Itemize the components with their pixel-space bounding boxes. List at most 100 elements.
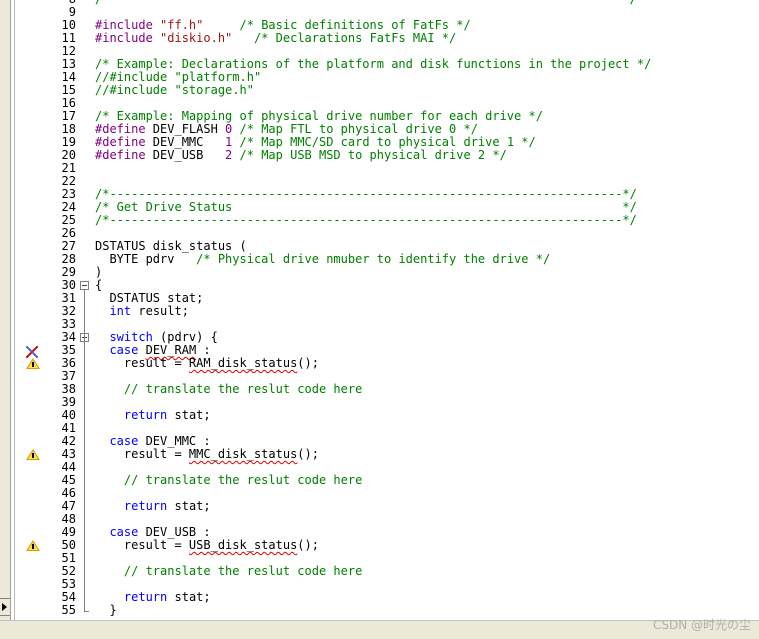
left-frame — [0, 0, 11, 638]
warning-icon[interactable] — [26, 358, 40, 369]
code-token: /* Basic definitions of FatFs */ — [239, 18, 471, 32]
fold-column — [78, 0, 94, 620]
code-token: (); — [297, 538, 319, 552]
code-line[interactable]: //#include "storage.h" — [95, 84, 254, 97]
code-token: // translate the reslut code here — [123, 473, 363, 487]
code-token: #define — [95, 122, 153, 136]
code-token: stat; — [167, 590, 211, 604]
code-token: /* Example: Declarations of the platform… — [95, 57, 652, 71]
code-token: /*--------------------------------------… — [95, 213, 637, 227]
code-line[interactable]: // translate the reslut code here — [95, 474, 362, 487]
line-number: 55 — [61, 603, 76, 617]
code-token: ) — [95, 265, 103, 279]
code-token: /* Example: Mapping of physical drive nu… — [95, 109, 543, 123]
code-token: //#include "storage.h" — [95, 83, 254, 97]
warning-icon[interactable] — [26, 540, 40, 551]
code-line[interactable]: /*--------------------------------------… — [95, 0, 637, 6]
code-token: int — [109, 304, 132, 318]
code-line[interactable]: result = MMC_disk_status(); — [95, 448, 319, 461]
code-token: // translate the reslut code here — [123, 564, 363, 578]
code-token: result; — [131, 304, 189, 318]
code-token: RAM_disk_status — [188, 356, 298, 370]
code-line[interactable]: /*--------------------------------------… — [95, 214, 637, 227]
code-line[interactable]: BYTE pdrv /* Physical drive nmuber to id… — [95, 253, 550, 266]
fold-end-mark — [84, 611, 89, 612]
code-token: USB_disk_status — [188, 538, 298, 552]
code-token: { — [95, 278, 103, 292]
code-line[interactable]: #define DEV_USB 2 /* Map USB MSD to phys… — [95, 149, 507, 162]
code-token: result = — [95, 447, 189, 461]
code-token: #define — [95, 148, 153, 162]
code-token: result = — [95, 356, 189, 370]
code-token: DEV_FLASH — [152, 122, 226, 136]
code-line[interactable]: // translate the reslut code here — [95, 383, 362, 396]
watermark: CSDN @时光の尘 — [652, 618, 751, 632]
code-token: switch — [109, 330, 153, 344]
code-token: DEV_MMC : — [138, 434, 211, 448]
code-token: DEV_RAM — [145, 343, 197, 357]
code-token: //#include "platform.h" — [95, 70, 262, 84]
scroll-right-arrow-icon[interactable] — [0, 598, 10, 616]
horizontal-scrollbar[interactable] — [0, 620, 759, 639]
code-token: /*--------------------------------------… — [95, 187, 637, 201]
code-line[interactable]: int result; — [95, 304, 189, 318]
code-token: DEV_MMC — [152, 135, 226, 149]
code-editor[interactable]: /*--------------------------------------… — [94, 0, 759, 620]
code-token: stat; — [167, 499, 211, 513]
fold-toggle-icon[interactable] — [80, 281, 89, 290]
fold-guide-line — [84, 290, 85, 611]
code-token: stat; — [167, 408, 211, 422]
code-token: /* Map FTL to physical drive 0 */ — [239, 122, 478, 136]
code-token: DEV_USB — [152, 148, 226, 162]
code-token: BYTE pdrv — [95, 252, 197, 266]
code-token: MMC_disk_status — [188, 447, 298, 461]
code-token: case — [109, 525, 139, 539]
code-token: case — [109, 434, 139, 448]
code-line[interactable]: result = RAM_disk_status(); — [95, 357, 319, 370]
code-token: /* Get Drive Status */ — [95, 200, 637, 214]
code-token: return — [123, 499, 168, 513]
code-token: case — [109, 343, 139, 357]
code-token: (); — [297, 447, 319, 461]
code-token: DSTATUS stat; — [95, 291, 204, 305]
code-token: (); — [297, 356, 319, 370]
code-token: "ff.h" — [160, 18, 204, 32]
code-token: #include — [95, 31, 161, 45]
code-line[interactable]: return stat; — [95, 500, 211, 513]
code-line[interactable]: #include "diskio.h" /* Declarations FatF… — [95, 32, 456, 45]
code-token: /* Map MMC/SD card to physical drive 1 *… — [239, 135, 536, 149]
code-line[interactable]: // translate the reslut code here — [95, 565, 362, 578]
marker-column — [22, 0, 48, 620]
error-icon[interactable] — [25, 345, 39, 359]
code-token: "diskio.h" — [160, 31, 233, 45]
code-token: // translate the reslut code here — [123, 382, 363, 396]
code-line[interactable]: return stat; — [95, 409, 211, 422]
code-token: /* Map USB MSD to physical drive 2 */ — [239, 148, 507, 162]
code-token: } — [95, 603, 117, 617]
code-line[interactable]: } — [95, 603, 117, 617]
code-token: DSTATUS disk_status ( — [95, 239, 247, 253]
code-token: /*--------------------------------------… — [95, 0, 637, 6]
warning-icon[interactable] — [26, 449, 40, 460]
code-token: return — [123, 408, 168, 422]
code-token: /* Declarations FatFs MAI */ — [253, 31, 457, 45]
code-token: /* Physical drive nmuber to identify the… — [196, 252, 551, 266]
code-token: : — [196, 343, 211, 357]
code-line[interactable]: result = USB_disk_status(); — [95, 539, 319, 552]
